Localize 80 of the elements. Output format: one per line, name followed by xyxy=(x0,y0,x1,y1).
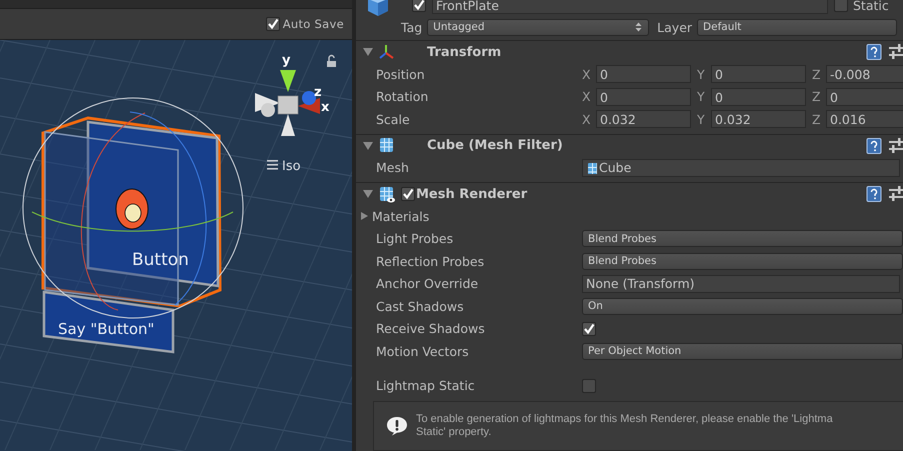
axis-label: X xyxy=(582,112,592,127)
mesh-icon xyxy=(586,162,597,174)
foldout[interactable]: Materials xyxy=(360,208,430,224)
property-label: Lightmap Static xyxy=(376,378,476,394)
help-book-icon[interactable] xyxy=(866,44,882,60)
warning-bubble-icon xyxy=(386,416,408,436)
auto-save-label: Auto Save xyxy=(282,17,344,31)
active-checkbox[interactable] xyxy=(412,0,426,12)
checkbox[interactable] xyxy=(582,322,596,336)
tag-label: Tag xyxy=(401,20,422,34)
sort-arrows-icon xyxy=(635,22,642,32)
axis-label: x xyxy=(321,100,330,115)
static-checkbox[interactable] xyxy=(834,0,848,12)
layer-label: Layer xyxy=(657,20,692,34)
number-field[interactable]: 0.016 xyxy=(826,110,903,128)
axis-label: Z xyxy=(812,66,822,82)
number-field[interactable]: 0 xyxy=(596,65,691,84)
checkbox[interactable] xyxy=(582,378,596,393)
auto-save-checkbox[interactable] xyxy=(266,17,280,31)
tag-dropdown[interactable]: Untagged xyxy=(427,18,650,36)
property-label: Reflection Probes xyxy=(376,254,486,269)
sticker-icon xyxy=(116,188,148,230)
layer-dropdown[interactable]: Default xyxy=(697,18,898,36)
help-message: To enable generation of lightmaps for this Mesh Renderer, please enable the 'Lightma Static' property. xyxy=(416,413,833,439)
axis-label: y xyxy=(282,53,290,68)
cube-icon xyxy=(365,0,391,17)
settings-icon[interactable] xyxy=(889,138,903,154)
number-field[interactable]: 0 xyxy=(711,88,806,106)
axis-label: Y xyxy=(697,112,706,127)
axis-label: X xyxy=(582,89,592,104)
static-label: Static xyxy=(853,0,889,12)
dropdown[interactable]: Per Object Motion xyxy=(582,342,903,360)
axis-label: X xyxy=(582,66,592,82)
property-label: Receive Shadows xyxy=(376,321,486,336)
axis-label: Y xyxy=(697,89,706,104)
number-field[interactable]: 0.032 xyxy=(711,110,806,128)
mesh-renderer-icon xyxy=(378,186,396,202)
help-book-icon[interactable] xyxy=(866,186,882,202)
property-label: Motion Vectors xyxy=(376,344,470,359)
component-title: Cube (Mesh Filter) xyxy=(427,138,563,153)
projection-label[interactable]: Iso xyxy=(282,159,301,174)
property-label: Rotation xyxy=(376,89,430,104)
settings-icon[interactable] xyxy=(889,44,903,60)
number-field[interactable]: 0 xyxy=(596,88,691,106)
object-field[interactable]: None (Transform) xyxy=(582,274,900,293)
axis-label: z xyxy=(314,85,322,100)
mesh-icon xyxy=(378,137,396,154)
number-field[interactable]: -0.008 xyxy=(826,65,903,84)
property-label: Mesh xyxy=(376,160,410,176)
lock-icon xyxy=(327,54,336,67)
property-label: Light Probes xyxy=(376,231,454,246)
enabled-checkbox[interactable] xyxy=(401,187,415,201)
dropdown[interactable]: On xyxy=(582,298,903,315)
menu-icon xyxy=(267,160,278,170)
axis-label: Z xyxy=(812,112,822,127)
name-field[interactable]: FrontPlate xyxy=(432,0,828,14)
property-label: Anchor Override xyxy=(376,276,480,292)
settings-icon[interactable] xyxy=(889,186,903,202)
plate-label: Button xyxy=(132,250,189,270)
dropdown[interactable]: Blend Probes xyxy=(582,230,903,248)
axis-label: Z xyxy=(812,89,822,104)
axis-label: Y xyxy=(697,66,706,82)
plate-label: Say "Button" xyxy=(58,320,154,338)
foldout-arrow-icon xyxy=(360,211,368,222)
number-field[interactable]: 0.032 xyxy=(596,110,691,128)
property-label: Scale xyxy=(376,112,411,127)
foldout-arrow-icon[interactable] xyxy=(363,47,373,57)
object-field[interactable]: Cube xyxy=(582,158,900,177)
property-label: Position xyxy=(376,66,426,82)
component-title: Transform xyxy=(427,44,502,60)
foldout-arrow-icon[interactable] xyxy=(363,189,373,199)
number-field[interactable]: 0 xyxy=(711,65,806,84)
axis-gizmo-drawing xyxy=(255,70,320,136)
property-label: Cast Shadows xyxy=(376,298,465,314)
number-field[interactable]: 0 xyxy=(826,88,903,106)
foldout-arrow-icon[interactable] xyxy=(363,140,373,150)
component-title: Mesh Renderer xyxy=(416,186,528,202)
help-book-icon[interactable] xyxy=(866,138,882,154)
axes-icon xyxy=(378,44,396,60)
dropdown[interactable]: Blend Probes xyxy=(582,252,903,270)
